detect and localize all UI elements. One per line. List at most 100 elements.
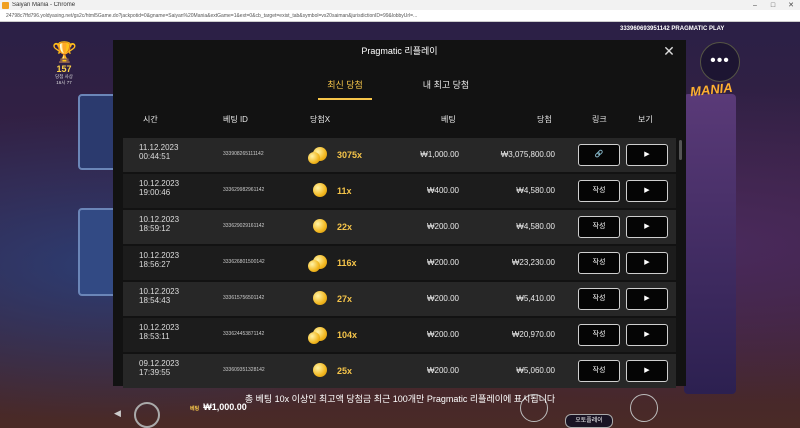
col-win-x: 당첨X: [310, 115, 331, 124]
row-multiplier: 25x: [337, 366, 353, 376]
row-time: 10.12.2023 18:54:43: [139, 287, 180, 305]
tab-latest-wins[interactable]: 최신 당첨: [318, 78, 372, 100]
row-bet: ₩200.00: [426, 330, 459, 339]
row-bet-id: 333615756501142: [223, 295, 265, 301]
row-win: ₩20,970.00: [511, 330, 555, 339]
row-bet: ₩400.00: [426, 186, 459, 195]
row-time: 10.12.2023 18:59:12: [139, 215, 180, 233]
tab-my-best-wins[interactable]: 내 최고 당첨: [413, 78, 479, 98]
row-multiplier: 116x: [337, 258, 357, 268]
col-view: 보기: [638, 115, 653, 124]
row-multiplier: 27x: [337, 294, 353, 304]
row-win: ₩23,230.00: [511, 258, 555, 267]
table-row: 10.12.2023 18:56:27 333626801500142 116x ₩2…: [123, 246, 676, 280]
row-bet: ₩200.00: [426, 222, 459, 231]
volume-icon[interactable]: ◀: [114, 408, 121, 419]
col-bet-id: 베팅 ID: [223, 115, 248, 124]
browser-titlebar: Saiyan Mania - Chrome – □ ✕: [0, 0, 800, 10]
maximize-icon[interactable]: □: [764, 2, 782, 9]
replay-table: 11.12.2023 00:44:51 333908265111142 3075x ₩…: [123, 138, 676, 390]
play-button[interactable]: ▶: [626, 288, 668, 310]
menu-button[interactable]: •••: [700, 42, 740, 82]
row-time: 10.12.2023 19:00:46: [139, 179, 180, 197]
coin-icon: [308, 147, 327, 164]
sound-button[interactable]: [134, 402, 160, 428]
col-bet: 베팅: [441, 115, 456, 124]
row-win: ₩5,060.00: [516, 366, 555, 375]
replay-modal: Pragmatic 리플레이 ✕ 최신 당첨 내 최고 당첨 시간 베팅 ID …: [113, 40, 686, 388]
play-button[interactable]: ▶: [626, 360, 668, 382]
col-win: 당첨: [537, 115, 552, 124]
close-icon[interactable]: ✕: [660, 42, 678, 60]
scrollbar[interactable]: [679, 140, 682, 160]
row-bet: ₩200.00: [426, 294, 459, 303]
col-link: 링크: [592, 115, 607, 124]
row-win: ₩5,410.00: [516, 294, 555, 303]
row-bet-id: 333629029161142: [223, 223, 265, 229]
coin-icon: [308, 327, 327, 344]
link-button[interactable]: 작성: [578, 324, 620, 346]
play-icon: ▶: [644, 331, 650, 338]
play-button[interactable]: ▶: [626, 216, 668, 238]
trophy-count: 157: [56, 64, 72, 74]
link-button[interactable]: 작성: [578, 360, 620, 382]
autoplay-button[interactable]: 오토플레이: [565, 414, 613, 428]
play-icon: ▶: [644, 187, 650, 194]
table-row: 11.12.2023 00:44:51 333908265111142 3075x ₩…: [123, 138, 676, 172]
row-bet: ₩200.00: [426, 258, 459, 267]
table-header: 시간 베팅 ID 당첨X 베팅 당첨 링크 보기: [113, 114, 686, 128]
play-button[interactable]: ▶: [626, 144, 668, 166]
row-multiplier: 11x: [337, 186, 352, 196]
coin-icon: [313, 183, 327, 197]
play-icon: ▶: [644, 151, 650, 158]
table-row: 10.12.2023 18:54:43 333615756501142 27x ₩20…: [123, 282, 676, 316]
close-window-icon[interactable]: ✕: [782, 1, 800, 9]
session-id: 333960693951142: [620, 26, 670, 32]
increase-bet-button[interactable]: [630, 394, 658, 422]
minimize-icon[interactable]: –: [746, 2, 764, 9]
row-time: 10.12.2023 18:56:27: [139, 251, 180, 269]
coin-icon: [313, 363, 327, 377]
trophy-label-2: 16시 77: [56, 80, 72, 85]
link-button[interactable]: 작성: [578, 252, 620, 274]
dots-icon: •••: [710, 52, 730, 69]
row-time: 11.12.2023 00:44:51: [139, 143, 179, 161]
row-bet-id: 333626801500142: [223, 259, 265, 265]
coin-icon: [308, 255, 327, 272]
link-button[interactable]: 작성: [578, 216, 620, 238]
play-icon: ▶: [644, 259, 650, 266]
row-bet-id: 333629982961142: [223, 187, 265, 193]
character-panel: [684, 94, 736, 394]
table-row: 10.12.2023 18:53:11 333624453871142 104x ₩2…: [123, 318, 676, 352]
link-button[interactable]: 🔗: [578, 144, 620, 166]
coin-icon: [313, 291, 327, 305]
brand-label: PRAGMATIC PLAY: [671, 26, 725, 32]
replay-info-text: 총 베팅 10x 이상인 최고액 당첨금 최근 100개만 Pragmatic …: [244, 394, 556, 404]
row-win: ₩4,580.00: [516, 186, 555, 195]
table-row: 10.12.2023 19:00:46 333629982961142 11x ₩40…: [123, 174, 676, 208]
link-button[interactable]: 작성: [578, 288, 620, 310]
url-text: 24798c7ffd796.yoldyasing.net/gs2c/html5G…: [6, 12, 418, 19]
play-button[interactable]: ▶: [626, 252, 668, 274]
table-row: 10.12.2023 18:59:12 333629029161142 22x ₩20…: [123, 210, 676, 244]
col-time: 시간: [143, 115, 158, 124]
trophy-icon: 🏆: [52, 42, 77, 64]
play-icon: ▶: [644, 223, 650, 230]
app-icon: [2, 1, 9, 9]
row-time: 09.12.2023 17:39:55: [139, 359, 180, 377]
row-time: 10.12.2023 18:53:11: [139, 323, 180, 341]
address-bar[interactable]: 24798c7ffd796.yoldyasing.net/gs2c/html5G…: [0, 10, 800, 22]
modal-tabs: 최신 당첨 내 최고 당첨: [113, 78, 686, 100]
row-bet-id: 333609351328142: [223, 367, 265, 373]
row-win: ₩4,580.00: [516, 222, 555, 231]
coin-icon: [313, 219, 327, 233]
modal-title: Pragmatic 리플레이: [361, 46, 438, 56]
trophy-widget[interactable]: 🏆 157 당첨 사상 16시 77: [52, 42, 77, 100]
play-button[interactable]: ▶: [626, 180, 668, 202]
link-button[interactable]: 작성: [578, 180, 620, 202]
play-button[interactable]: ▶: [626, 324, 668, 346]
row-bet-id: 333624453871142: [223, 331, 265, 337]
row-multiplier: 3075x: [337, 150, 363, 160]
table-row: 09.12.2023 17:39:55 333609351328142 25x ₩20…: [123, 354, 676, 388]
play-icon: ▶: [644, 295, 650, 302]
